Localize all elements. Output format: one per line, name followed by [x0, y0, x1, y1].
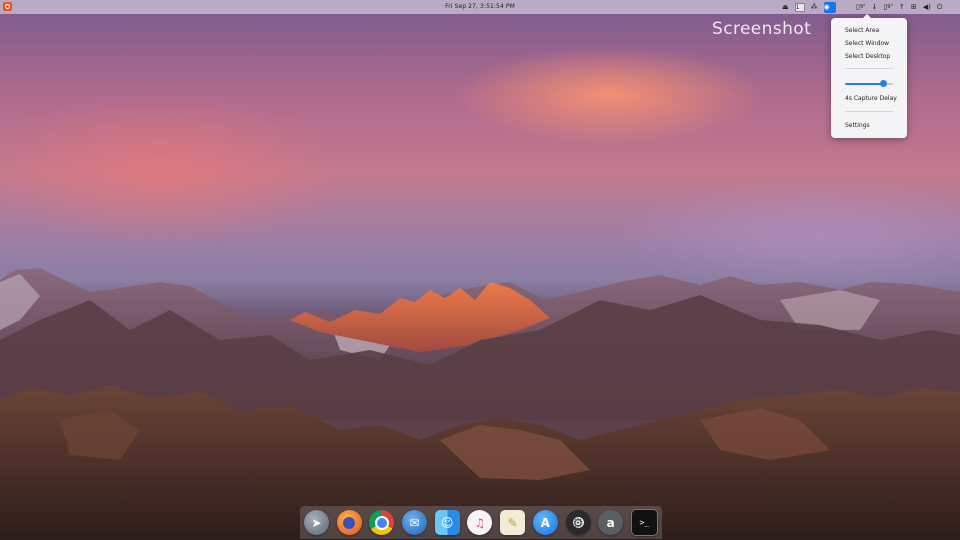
top-panel: Fri Sep 27, 3:51:54 PM ⏏ 1 ⁂ ◉ ▯ 9° ↓ ▯ …	[0, 0, 960, 14]
app-store-icon[interactable]: A	[532, 510, 558, 535]
finder-icon[interactable]: ☺	[434, 510, 460, 535]
delay-slider[interactable]	[845, 80, 893, 87]
menu-item-select-area[interactable]: Select Area	[845, 27, 879, 34]
capture-delay-label: 4s Capture Delay	[845, 95, 897, 102]
workspace-indicator[interactable]: 1	[794, 2, 805, 12]
menu-item-select-window[interactable]: Select Window	[845, 40, 889, 47]
network-dots-icon[interactable]: ⁂	[811, 1, 818, 13]
delay-slider-fill	[845, 83, 884, 85]
firefox-icon[interactable]	[336, 510, 362, 535]
terminal-icon[interactable]: >_	[630, 509, 658, 536]
wifi-icon[interactable]: ↑	[899, 1, 905, 13]
status-indicators: ▯ 9° ↓ ▯ 9° ↑ ⊞ ◀) ⏻	[850, 1, 942, 13]
delay-slider-handle[interactable]	[879, 80, 887, 87]
power-icon[interactable]: ⏻	[937, 1, 943, 13]
download-arrow-icon[interactable]: ↓	[872, 1, 878, 13]
system-tray: ⏏ 1 ⁂ ◉	[776, 1, 836, 13]
music-icon[interactable]: ♫	[467, 510, 493, 535]
temperature-value: 9°	[859, 4, 866, 10]
stat-indicator[interactable]: ▯ 9°	[883, 1, 893, 13]
chrome-icon[interactable]	[369, 510, 395, 535]
rocket-icon[interactable]: ➤	[304, 510, 329, 535]
desktop-wallpaper	[0, 0, 960, 540]
temperature-indicator[interactable]: ▯ 9°	[856, 1, 866, 13]
screenshot-title: Screenshot	[712, 19, 812, 39]
menu-separator	[845, 111, 893, 112]
screenshot-tool-icon[interactable]: ◉	[823, 1, 836, 13]
eject-icon[interactable]: ⏏	[782, 1, 789, 13]
screenshot-menu: Select Area Select Window Select Desktop…	[831, 14, 907, 138]
amazon-icon[interactable]: a	[598, 510, 624, 535]
volume-icon[interactable]: ◀)	[923, 1, 931, 13]
gear-icon[interactable]: ⚙	[565, 510, 591, 535]
thunderbird-icon[interactable]: ✉	[402, 510, 428, 535]
menu-separator	[845, 68, 893, 69]
dock: ➤ ✉ ☺ ♫ ✎ A ⚙ a >_	[300, 506, 662, 539]
menu-item-settings[interactable]: Settings	[845, 122, 870, 129]
mountain-landscape	[0, 268, 960, 540]
menu-item-select-desktop[interactable]: Select Desktop	[845, 53, 890, 60]
menu-caret	[863, 14, 871, 18]
stat-value: 9°	[887, 4, 893, 10]
network-icon[interactable]: ⊞	[911, 1, 917, 13]
notes-icon[interactable]: ✎	[500, 510, 526, 535]
